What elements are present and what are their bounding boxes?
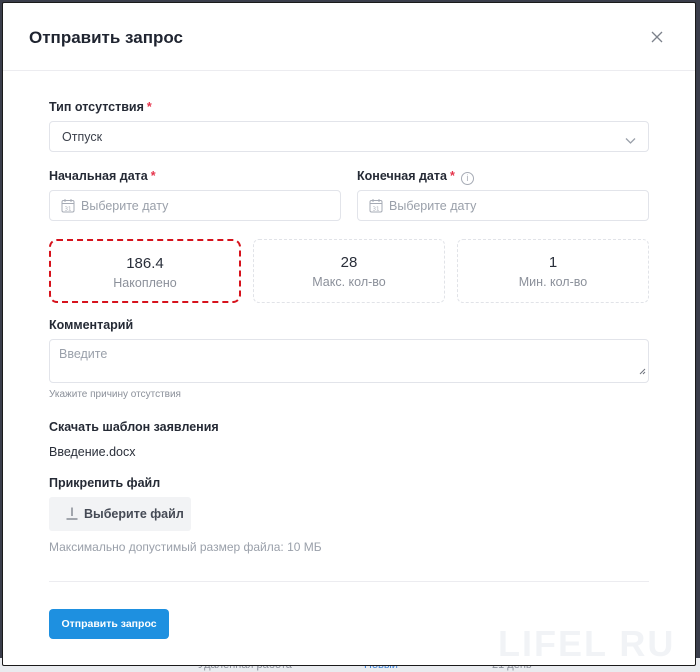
template-file-link[interactable]: Введение.docx: [49, 445, 135, 459]
send-request-modal: Отправить запрос Тип отсутствия * Отпуск …: [2, 2, 696, 666]
end-date-label-text: Конечная дата: [357, 169, 447, 183]
watermark: LIFEL RU: [498, 623, 676, 664]
submit-request-button[interactable]: Отправить запрос: [49, 609, 169, 639]
calendar-icon: 31: [61, 198, 75, 218]
end-date-label: Конечная дата * i: [357, 169, 474, 185]
calendar-icon: 31: [369, 198, 383, 218]
required-mark: *: [449, 169, 455, 183]
chevron-down-icon: [625, 132, 636, 150]
start-date-label-text: Начальная дата: [49, 169, 148, 183]
comment-placeholder: Введите: [59, 347, 108, 361]
comment-textarea[interactable]: Введите: [49, 339, 649, 383]
stat-max: 28 Макс. кол-во: [253, 239, 445, 303]
choose-file-button[interactable]: Выберите файл: [49, 497, 191, 531]
stat-value: 28: [340, 254, 358, 271]
required-mark: *: [146, 100, 152, 114]
modal-header: Отправить запрос: [3, 3, 695, 71]
end-date-picker[interactable]: 31 Выберите дату: [357, 190, 649, 221]
stat-value: 186.4: [126, 255, 164, 272]
stat-label: Мин. кол-во: [518, 275, 588, 289]
stat-accumulated: 186.4 Накоплено: [49, 239, 241, 303]
comment-label: Комментарий: [49, 318, 134, 332]
stat-value: 1: [548, 254, 558, 271]
footer-divider: [49, 581, 649, 582]
absence-type-label: Тип отсутствия *: [49, 100, 152, 114]
absence-type-select[interactable]: Отпуск: [49, 121, 649, 152]
end-date-placeholder: Выберите дату: [389, 199, 477, 213]
attach-label: Прикрепить файл: [49, 476, 161, 490]
comment-hint: Укажите причину отсутствия: [49, 389, 181, 400]
stat-label: Макс. кол-во: [312, 275, 386, 289]
stat-min: 1 Мин. кол-во: [457, 239, 649, 303]
start-date-picker[interactable]: 31 Выберите дату: [49, 190, 341, 221]
absence-type-value: Отпуск: [62, 130, 103, 144]
info-icon[interactable]: i: [460, 172, 474, 185]
upload-icon: [66, 507, 78, 525]
start-date-placeholder: Выберите дату: [81, 199, 169, 213]
close-icon[interactable]: [649, 29, 665, 45]
required-mark: *: [150, 169, 156, 183]
resize-handle-icon[interactable]: [638, 362, 646, 380]
calendar-icon-day: 31: [65, 206, 72, 212]
absence-type-label-text: Тип отсутствия: [49, 100, 144, 114]
template-label: Скачать шаблон заявления: [49, 420, 219, 434]
file-size-note: Максимально допустимый размер файла: 10 …: [49, 540, 322, 554]
calendar-icon-day: 31: [373, 206, 380, 212]
start-date-label: Начальная дата *: [49, 169, 156, 183]
stat-label: Накоплено: [113, 276, 177, 290]
choose-file-label: Выберите файл: [84, 507, 184, 521]
modal-title: Отправить запрос: [29, 28, 184, 47]
